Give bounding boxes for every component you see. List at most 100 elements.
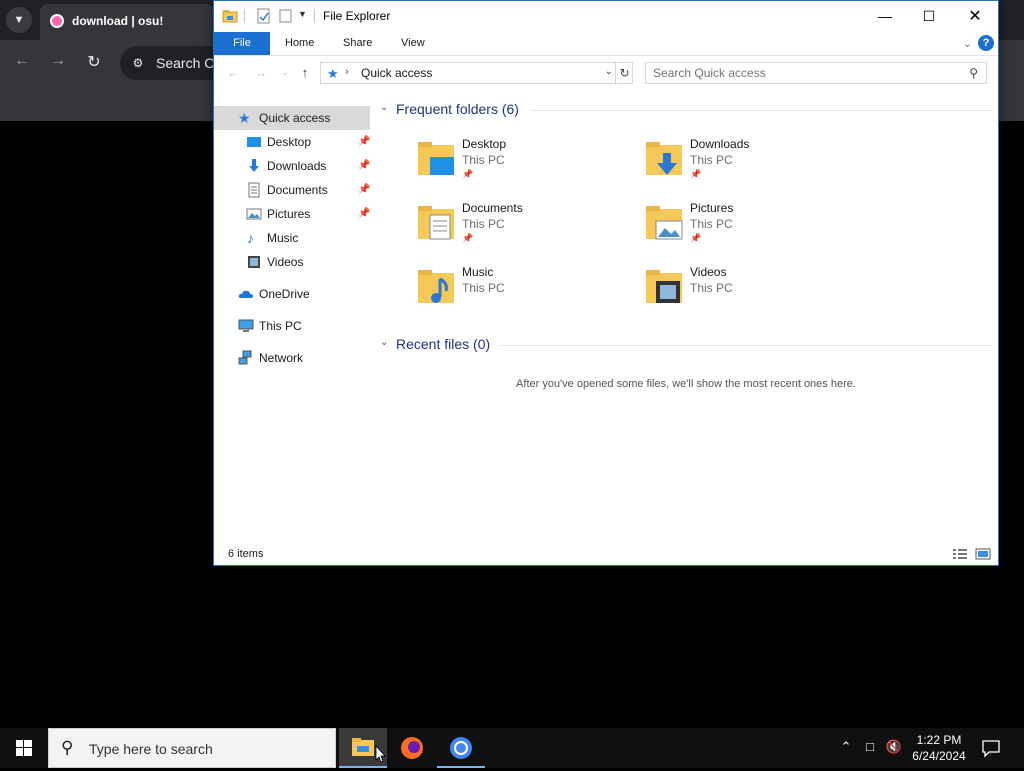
new-folder-icon[interactable] <box>278 8 294 24</box>
videos-folder-icon <box>646 270 682 303</box>
taskbar-search-box[interactable]: ⚲ Type here to search <box>48 728 336 768</box>
pin-icon: 📌 <box>358 136 371 147</box>
recent-empty-message: After you've opened some files, we'll sh… <box>516 378 856 390</box>
desktop: ▼ download | osu! ← → ↻ ⚙ Search Co ▼ Fi… <box>0 0 1024 728</box>
large-icons-view-icon[interactable] <box>975 548 991 560</box>
minimize-button[interactable]: — <box>862 1 908 32</box>
documents-icon <box>248 182 260 198</box>
group-title: Recent files (0) <box>396 336 491 352</box>
collapse-chevron-icon[interactable]: ⌄ <box>380 337 388 348</box>
pictures-folder-icon <box>646 206 683 240</box>
nav-network[interactable]: Network <box>214 346 370 370</box>
folder-location: This PC <box>690 217 733 231</box>
folder-tile-downloads[interactable]: Downloads This PC 📌 <box>644 135 864 191</box>
titlebar[interactable]: ▼ File Explorer — ☐ ✕ <box>214 1 998 32</box>
folder-location: This PC <box>462 153 505 167</box>
back-button[interactable]: ← <box>224 64 242 82</box>
folder-tile-pictures[interactable]: Pictures This PC 📌 <box>644 199 864 255</box>
address-bar-row: ← → ⌄ ↑ ★ › Quick access ⌄ ↻ ⚲ <box>214 57 998 89</box>
clock-time: 1:22 PM <box>916 733 962 747</box>
pin-icon: 📌 <box>358 160 371 171</box>
back-arrow-icon[interactable]: ← <box>12 52 32 70</box>
desktop-folder-icon <box>418 142 454 175</box>
site-info-icon[interactable]: ⚙ <box>130 55 146 71</box>
tab-search-button[interactable]: ▼ <box>6 7 32 33</box>
expand-ribbon-chevron-icon[interactable]: ⌄ <box>963 37 972 50</box>
notifications-icon[interactable] <box>980 738 1002 758</box>
this-pc-icon <box>238 319 254 332</box>
forward-arrow-icon[interactable]: → <box>48 52 68 70</box>
properties-icon[interactable] <box>256 8 272 24</box>
nav-desktop[interactable]: Desktop 📌 <box>214 130 370 154</box>
taskbar-firefox[interactable] <box>388 728 436 768</box>
help-button[interactable]: ? <box>978 35 994 51</box>
forward-button[interactable]: → <box>252 64 270 82</box>
nav-label: Network <box>259 351 304 365</box>
folder-name: Pictures <box>690 201 734 215</box>
quick-access-star-icon: ★ <box>238 110 251 126</box>
taskbar-clock[interactable]: 1:22 PM 6/24/2024 <box>906 732 972 764</box>
nav-this-pc[interactable]: This PC <box>214 314 370 338</box>
tab-share[interactable]: Share <box>332 32 383 55</box>
search-icon: ⚲ <box>61 738 74 757</box>
refresh-button[interactable]: ↻ <box>617 62 633 84</box>
pin-icon: 📌 <box>358 208 371 219</box>
nav-documents[interactable]: Documents 📌 <box>214 178 370 202</box>
folder-tile-videos[interactable]: Videos This PC <box>644 263 864 319</box>
tab-view[interactable]: View <box>390 32 436 55</box>
taskbar-search-placeholder: Type here to search <box>89 741 213 757</box>
taskbar-chrome[interactable] <box>437 728 485 768</box>
breadcrumb-chevron-icon[interactable]: › <box>345 66 349 78</box>
recent-locations-chevron-icon[interactable]: ⌄ <box>276 64 294 82</box>
nav-onedrive[interactable]: OneDrive <box>214 282 370 306</box>
nav-quick-access[interactable]: ★ Quick access <box>214 106 370 130</box>
browser-tab[interactable]: download | osu! <box>40 4 215 40</box>
windows-start-icon[interactable] <box>0 728 48 768</box>
nav-label: Music <box>267 231 299 245</box>
ribbon-tabs: File Home Share View ⌄ ? <box>214 32 998 56</box>
details-view-icon[interactable] <box>952 548 968 560</box>
videos-icon <box>248 256 260 268</box>
search-icon[interactable]: ⚲ <box>969 66 978 80</box>
search-input[interactable] <box>653 65 953 81</box>
downloads-folder-icon <box>646 142 682 175</box>
taskbar-file-explorer[interactable] <box>339 728 387 768</box>
network-tray-icon[interactable]: □ <box>860 739 880 754</box>
nav-pictures[interactable]: Pictures 📌 <box>214 202 370 226</box>
tab-file[interactable]: File <box>214 32 270 55</box>
show-hidden-icons-chevron-icon[interactable]: ⌃ <box>836 739 856 755</box>
nav-label: Downloads <box>267 159 327 173</box>
reload-icon[interactable]: ↻ <box>84 52 104 72</box>
titlebar-divider <box>314 9 315 23</box>
nav-label: Videos <box>267 255 304 269</box>
pin-icon: 📌 <box>358 184 371 195</box>
folder-tile-desktop[interactable]: Desktop This PC 📌 <box>416 135 636 191</box>
address-dropdown-icon[interactable]: ⌄ <box>605 66 613 77</box>
desktop-icon <box>247 137 261 147</box>
maximize-button[interactable]: ☐ <box>906 1 952 32</box>
window-title: File Explorer <box>323 9 391 23</box>
up-button[interactable]: ↑ <box>296 64 314 82</box>
nav-downloads[interactable]: Downloads 📌 <box>214 154 370 178</box>
file-explorer-window: ▼ File Explorer — ☐ ✕ File Home Share Vi… <box>213 0 999 566</box>
downloads-icon <box>249 159 259 172</box>
pin-icon: 📌 <box>690 169 702 179</box>
close-button[interactable]: ✕ <box>952 1 998 32</box>
nav-label: Desktop <box>267 135 312 149</box>
pin-icon: 📌 <box>690 233 702 243</box>
collapse-chevron-icon[interactable]: ⌄ <box>380 102 388 113</box>
folder-name: Documents <box>462 201 523 215</box>
onedrive-cloud-icon <box>238 290 253 298</box>
quick-access-toolbar-dropdown-icon[interactable]: ▼ <box>298 9 307 19</box>
volume-muted-icon[interactable]: 🔇 <box>884 739 904 755</box>
firefox-icon <box>401 737 423 759</box>
network-icon <box>238 350 252 365</box>
search-box[interactable]: ⚲ <box>645 62 987 84</box>
address-field[interactable]: ★ › Quick access ⌄ <box>320 62 616 84</box>
breadcrumb-quick-access[interactable]: Quick access <box>361 66 432 80</box>
nav-music[interactable]: ♪ Music <box>214 226 370 250</box>
tab-home[interactable]: Home <box>274 32 325 55</box>
folder-tile-music[interactable]: Music This PC <box>416 263 636 319</box>
nav-videos[interactable]: Videos <box>214 250 370 274</box>
folder-tile-documents[interactable]: Documents This PC 📌 <box>416 199 636 255</box>
